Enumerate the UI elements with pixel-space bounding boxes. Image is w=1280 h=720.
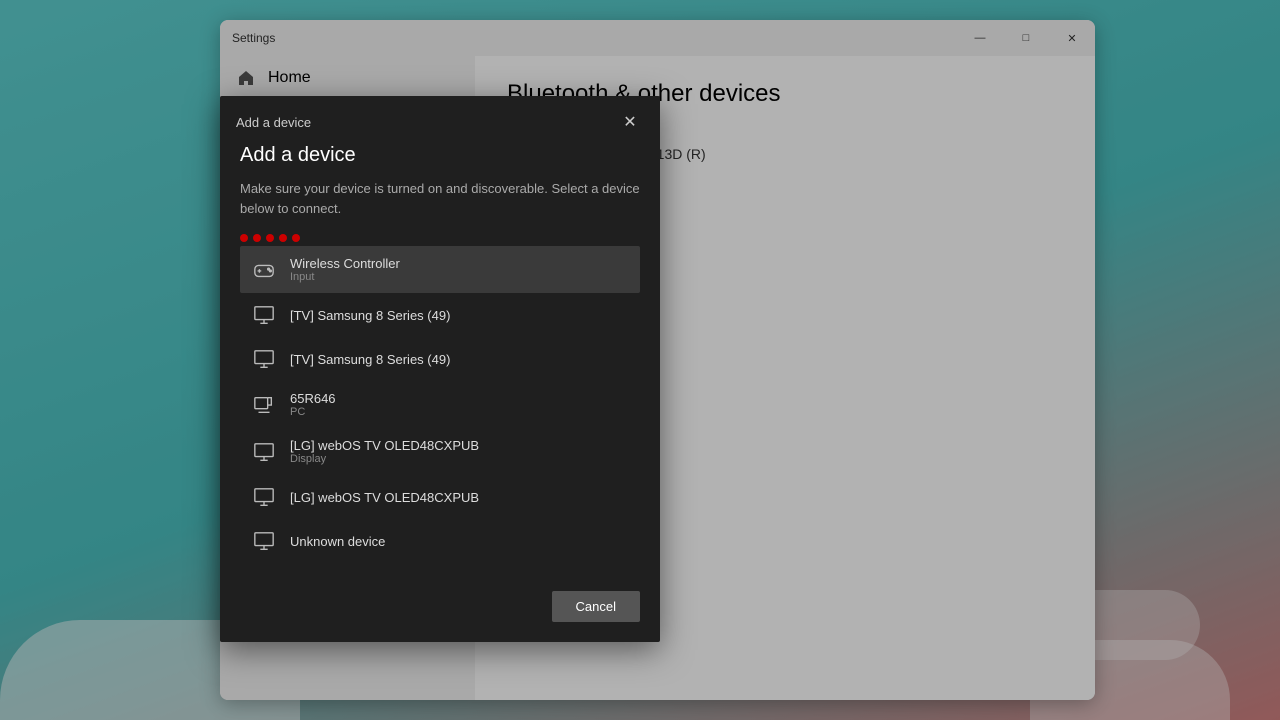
- device-item-lg-tv-2[interactable]: [LG] webOS TV OLED48CXPUB: [240, 475, 640, 519]
- device-wireless-controller-sub: Input: [290, 271, 400, 283]
- gamepad-icon: [252, 258, 276, 282]
- tv-icon-2: [252, 347, 276, 371]
- device-unknown-name: Unknown device: [290, 534, 385, 549]
- dialog-close-button[interactable]: ✕: [616, 108, 644, 136]
- device-lg-tv-1-sub: Display: [290, 453, 479, 465]
- device-list: Wireless Controller Input [TV] Samsung 8…: [240, 246, 640, 563]
- dot-4: [279, 234, 287, 242]
- device-item-lg-tv-1[interactable]: [LG] webOS TV OLED48CXPUB Display: [240, 428, 640, 475]
- dialog-description: Make sure your device is turned on and d…: [240, 179, 640, 218]
- dialog-title-text: Add a device: [236, 115, 311, 130]
- loading-dots: [240, 234, 640, 242]
- device-lg-tv-1-name: [LG] webOS TV OLED48CXPUB: [290, 438, 479, 453]
- device-item-samsung-tv-1[interactable]: [TV] Samsung 8 Series (49): [240, 293, 640, 337]
- lg-tv-icon-2: [252, 485, 276, 509]
- device-65r646-sub: PC: [290, 406, 336, 418]
- dialog-heading: Add a device: [240, 144, 640, 167]
- device-item-65r646[interactable]: 65R646 PC: [240, 381, 640, 428]
- dot-5: [292, 234, 300, 242]
- add-device-dialog: Add a device ✕ Add a device Make sure yo…: [220, 96, 660, 642]
- device-lg-tv-2-name: [LG] webOS TV OLED48CXPUB: [290, 490, 479, 505]
- lg-tv-icon-1: [252, 440, 276, 464]
- dialog-footer: Cancel: [240, 579, 640, 622]
- device-item-unknown[interactable]: Unknown device: [240, 519, 640, 563]
- device-wireless-controller-name: Wireless Controller: [290, 256, 400, 271]
- dot-2: [253, 234, 261, 242]
- device-samsung-tv-1-name: [TV] Samsung 8 Series (49): [290, 308, 450, 323]
- cancel-button[interactable]: Cancel: [552, 591, 640, 622]
- device-item-samsung-tv-2[interactable]: [TV] Samsung 8 Series (49): [240, 337, 640, 381]
- modal-overlay: Add a device ✕ Add a device Make sure yo…: [0, 0, 1280, 720]
- device-samsung-tv-2-name: [TV] Samsung 8 Series (49): [290, 352, 450, 367]
- dot-3: [266, 234, 274, 242]
- dialog-body: Add a device Make sure your device is tu…: [220, 144, 660, 642]
- device-item-wireless-controller[interactable]: Wireless Controller Input: [240, 246, 640, 293]
- dialog-title-bar: Add a device ✕: [220, 96, 660, 144]
- unknown-device-icon: [252, 529, 276, 553]
- dot-1: [240, 234, 248, 242]
- pc-icon: [252, 393, 276, 417]
- tv-icon: [252, 303, 276, 327]
- device-65r646-name: 65R646: [290, 391, 336, 406]
